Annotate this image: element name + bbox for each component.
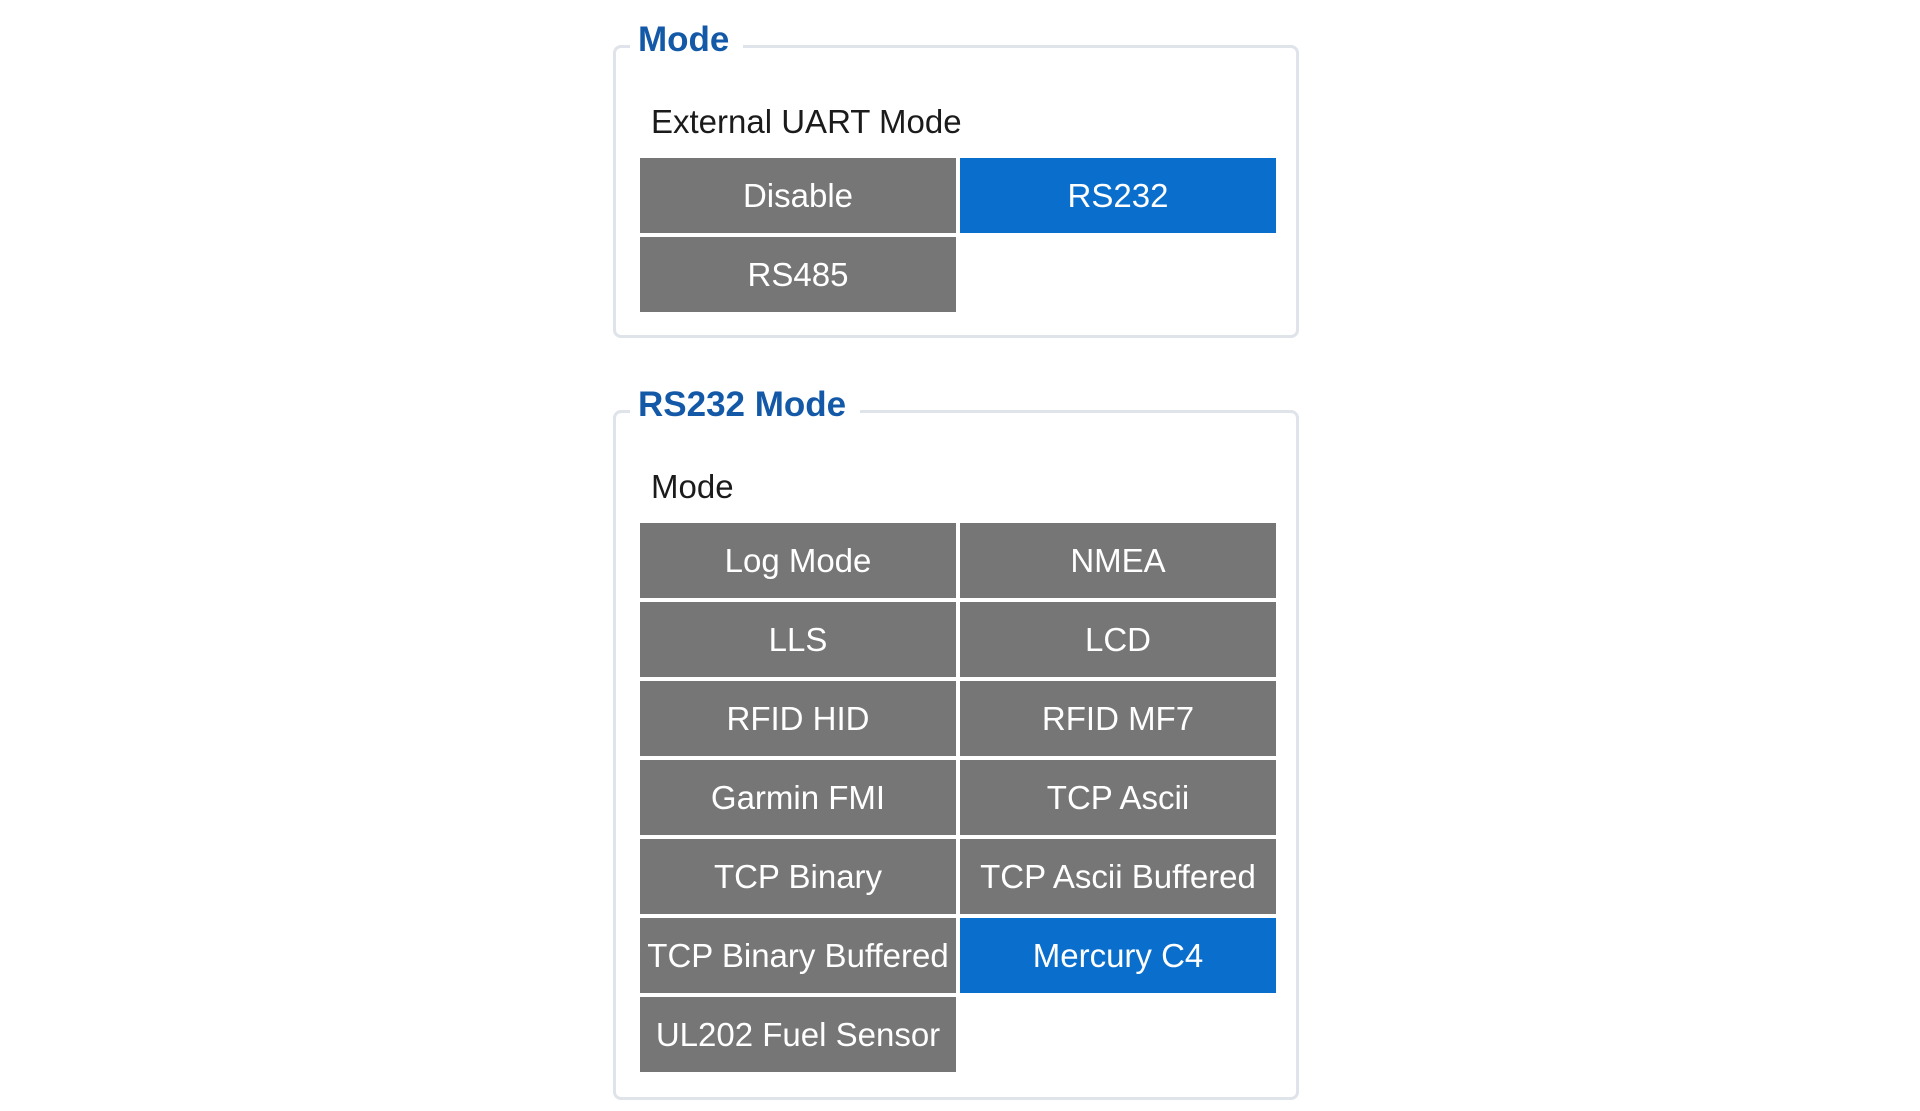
rs232-mode-label: Mode	[651, 468, 734, 505]
option-mercury-c4[interactable]: Mercury C4	[960, 918, 1276, 993]
option-garmin-fmi[interactable]: Garmin FMI	[640, 760, 956, 835]
option-rs232[interactable]: RS232	[960, 158, 1276, 233]
option-lcd[interactable]: LCD	[960, 602, 1276, 677]
option-tcp-binary[interactable]: TCP Binary	[640, 839, 956, 914]
rs232-mode-group: RS232 Mode Mode Log Mode NMEA LLS LCD RF…	[613, 383, 1299, 1100]
option-disable[interactable]: Disable	[640, 158, 956, 233]
option-tcp-binary-buffered[interactable]: TCP Binary Buffered	[640, 918, 956, 993]
option-tcp-ascii-buffered[interactable]: TCP Ascii Buffered	[960, 839, 1276, 914]
option-rs485[interactable]: RS485	[640, 237, 956, 312]
option-ul202-fuel-sensor[interactable]: UL202 Fuel Sensor	[640, 997, 956, 1072]
option-rfid-mf7[interactable]: RFID MF7	[960, 681, 1276, 756]
rs232-mode-options: Log Mode NMEA LLS LCD RFID HID RFID MF7 …	[640, 523, 1276, 1072]
option-rfid-hid[interactable]: RFID HID	[640, 681, 956, 756]
mode-group: Mode External UART Mode Disable RS232 RS…	[613, 18, 1299, 338]
option-lls[interactable]: LLS	[640, 602, 956, 677]
external-uart-mode-label: External UART Mode	[651, 103, 962, 140]
mode-group-title: Mode	[630, 18, 744, 62]
external-uart-mode-options: Disable RS232 RS485	[640, 158, 1276, 312]
rs232-mode-group-title: RS232 Mode	[630, 383, 861, 427]
option-tcp-ascii[interactable]: TCP Ascii	[960, 760, 1276, 835]
option-log-mode[interactable]: Log Mode	[640, 523, 956, 598]
option-nmea[interactable]: NMEA	[960, 523, 1276, 598]
